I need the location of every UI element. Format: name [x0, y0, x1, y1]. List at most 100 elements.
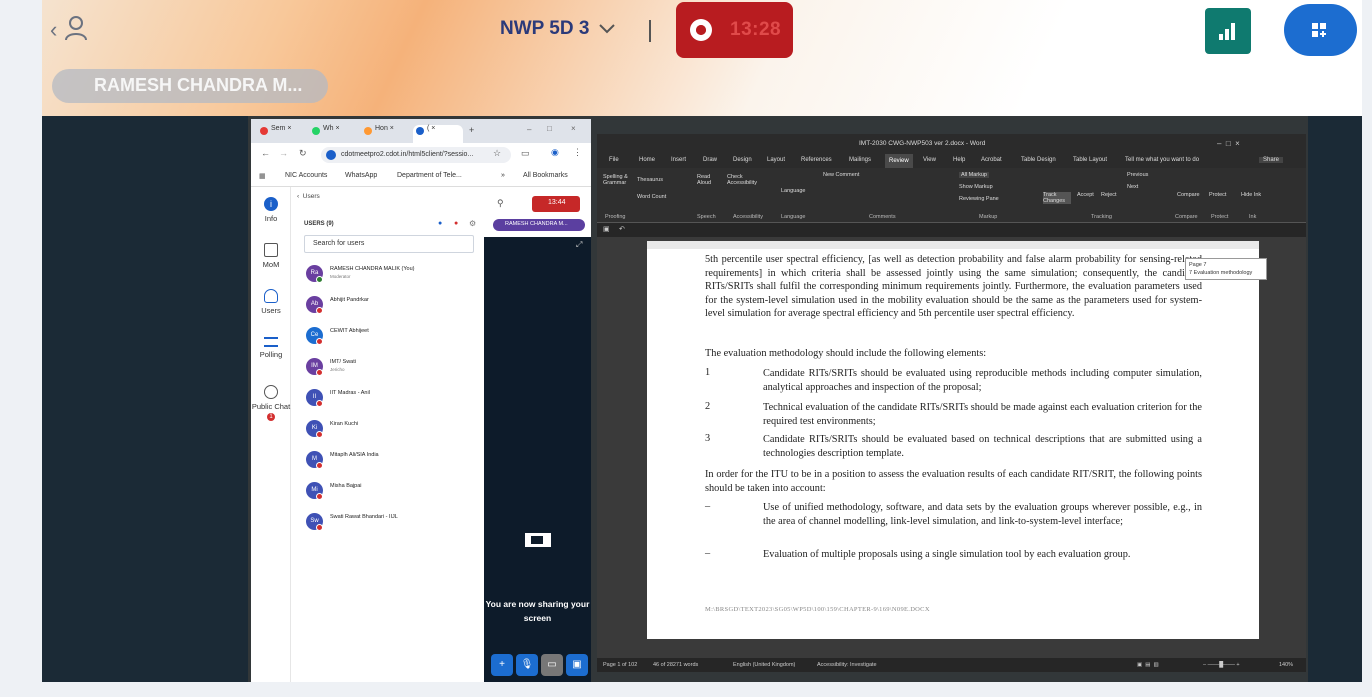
mic-icon[interactable]: ● — [438, 220, 442, 227]
new-comment-button[interactable]: New Comment — [823, 172, 859, 178]
all-markup-select[interactable]: All Markup — [959, 172, 989, 178]
vertical-scrollbar[interactable] — [1295, 249, 1303, 654]
user-row[interactable]: Ki Kiran Kuchi — [304, 418, 479, 440]
chevron-more-icon[interactable]: » — [501, 172, 505, 179]
user-status-icon[interactable]: ⚲ — [497, 198, 504, 209]
camera-off-button[interactable]: ▭ — [541, 654, 563, 676]
profile-icon[interactable]: ◉ — [551, 147, 559, 158]
word-count[interactable]: 46 of 28271 words — [653, 662, 698, 668]
user-row[interactable]: Mi Misha Bajpai — [304, 480, 479, 502]
menu-help[interactable]: Help — [953, 157, 965, 163]
user-row[interactable]: Ce CEWIT Abhijeet — [304, 325, 479, 347]
show-markup-button[interactable]: Show Markup — [959, 184, 993, 190]
track-changes-button[interactable]: Track Changes — [1043, 192, 1071, 204]
word-count-button[interactable]: Word Count — [637, 194, 666, 200]
recording-indicator[interactable]: 13:28 — [676, 2, 793, 58]
stats-button[interactable] — [1205, 8, 1251, 54]
spelling-button[interactable]: Spelling & Grammar — [603, 174, 631, 186]
reload-icon[interactable]: ↻ — [299, 148, 307, 159]
fullscreen-icon[interactable]: ⤢ — [576, 240, 582, 250]
horizontal-ruler[interactable] — [647, 241, 1259, 249]
microphone-button[interactable]: 🎙 — [516, 654, 538, 676]
sidebar-item-info[interactable]: i Info — [251, 197, 291, 223]
maximize-button[interactable]: □ — [547, 124, 552, 133]
menu-table-design[interactable]: Table Design — [1021, 157, 1056, 163]
menu-draw[interactable]: Draw — [703, 157, 717, 163]
browser-tab[interactable]: Hon × — [361, 125, 409, 143]
next-button[interactable]: Next — [1127, 184, 1138, 190]
bookmark-all[interactable]: All Bookmarks — [523, 172, 568, 179]
user-row[interactable]: Sw Swati Rawat Bhandari - IIJL — [304, 511, 479, 533]
user-row[interactable]: Ab Abhijit Pandrkar — [304, 294, 479, 316]
accept-button[interactable]: Accept — [1077, 192, 1094, 198]
browser-tab[interactable]: Sem × — [257, 125, 305, 143]
menu-home[interactable]: Home — [639, 157, 655, 163]
plus-button[interactable]: + — [491, 654, 513, 676]
url-field[interactable]: cdotmeetpro2.cdot.in/html5client/?sessio… — [321, 147, 511, 163]
apps-button[interactable] — [1284, 4, 1357, 56]
language-button[interactable]: Language — [781, 188, 805, 194]
bookmark-nic[interactable]: NIC Accounts — [285, 172, 327, 179]
chevron-down-icon[interactable] — [597, 20, 617, 36]
zoom-slider[interactable]: – ───█─── + — [1203, 662, 1240, 668]
menu-view[interactable]: View — [923, 157, 936, 163]
menu-insert[interactable]: Insert — [671, 157, 686, 163]
mini-recording-indicator[interactable]: 13:44 — [532, 196, 580, 212]
window-controls[interactable]: – □ × — [1217, 139, 1240, 148]
star-icon[interactable]: ☆ — [493, 148, 501, 159]
close-window-button[interactable]: × — [571, 124, 576, 133]
sidebar-item-polling[interactable]: Polling — [251, 337, 291, 359]
view-mode-icons[interactable]: ▣ ▤ ▥ — [1137, 662, 1159, 668]
menu-mailings[interactable]: Mailings — [849, 157, 871, 163]
read-aloud-button[interactable]: Read Aloud — [697, 174, 719, 186]
chevron-left-icon[interactable]: ‹ — [50, 17, 57, 43]
user-row[interactable]: M Mitaplh Ali/SIA India — [304, 449, 479, 471]
menu-references[interactable]: References — [801, 157, 832, 163]
save-icon[interactable]: ▣ — [603, 225, 610, 233]
browser-tab[interactable]: Wh × — [309, 125, 357, 143]
bookmark-whatsapp[interactable]: WhatsApp — [345, 172, 377, 179]
menu-review[interactable]: Review — [885, 154, 913, 168]
bookmark-dot[interactable]: Department of Tele... — [397, 172, 462, 179]
new-tab-button[interactable]: + — [469, 125, 474, 135]
meeting-title[interactable]: NWP 5D 3 — [500, 18, 589, 40]
check-accessibility-button[interactable]: Check Accessibility — [727, 174, 771, 186]
reviewing-pane-button[interactable]: Reviewing Pane — [959, 196, 999, 202]
back-arrow-icon[interactable]: ← — [261, 148, 270, 158]
previous-button[interactable]: Previous — [1127, 172, 1148, 178]
kebab-menu-icon[interactable]: ⋮ — [573, 147, 582, 158]
gear-icon[interactable]: ⚙ — [469, 219, 476, 228]
sidebar-item-public-chat[interactable]: Public Chat 1 — [251, 385, 291, 421]
sidebar-item-mom[interactable]: MoM — [251, 243, 291, 269]
page-count[interactable]: Page 1 of 102 — [603, 662, 637, 668]
language-status[interactable]: English (United Kingdom) — [733, 662, 795, 668]
mute-icon[interactable]: ● — [454, 220, 458, 227]
protect-button[interactable]: Protect — [1209, 192, 1226, 198]
browser-tab-active[interactable]: ( × — [413, 125, 463, 143]
menu-layout[interactable]: Layout — [767, 157, 785, 163]
cast-icon[interactable]: ▭ — [521, 148, 530, 159]
user-row[interactable]: IM IMT/ Swati Jericho — [304, 356, 479, 378]
thesaurus-button[interactable]: Thesaurus — [637, 177, 663, 183]
minimize-button[interactable]: – — [527, 125, 531, 134]
forward-arrow-icon[interactable]: → — [279, 148, 288, 158]
share-button[interactable]: Share — [1259, 157, 1284, 163]
menu-acrobat[interactable]: Acrobat — [981, 157, 1002, 163]
sidebar-item-users[interactable]: Users — [251, 289, 291, 315]
compare-button[interactable]: Compare — [1177, 192, 1200, 198]
menu-design[interactable]: Design — [733, 157, 752, 163]
screen-share-button[interactable]: ▣ — [566, 654, 588, 676]
menu-file[interactable]: File — [609, 157, 619, 163]
user-icon[interactable] — [64, 15, 88, 41]
accessibility-status[interactable]: Accessibility: Investigate — [817, 662, 877, 668]
hide-ink-button[interactable]: Hide Ink — [1241, 192, 1263, 198]
users-search-input[interactable]: Search for users — [304, 235, 474, 253]
document-page[interactable]: 5th percentile user spectral efficiency,… — [647, 249, 1259, 639]
tell-me-search[interactable]: Tell me what you want to do — [1125, 157, 1199, 163]
user-row[interactable]: Ra RAMESH CHANDRA MALIK (You) Moderator — [304, 263, 479, 285]
apps-grid-icon[interactable]: ▦ — [259, 172, 266, 180]
user-row[interactable]: II IIT Madras - Anil — [304, 387, 479, 409]
users-back-link[interactable]: ‹ Users — [297, 193, 320, 200]
undo-icon[interactable]: ↶ — [619, 225, 625, 233]
zoom-level[interactable]: 140% — [1279, 662, 1293, 668]
